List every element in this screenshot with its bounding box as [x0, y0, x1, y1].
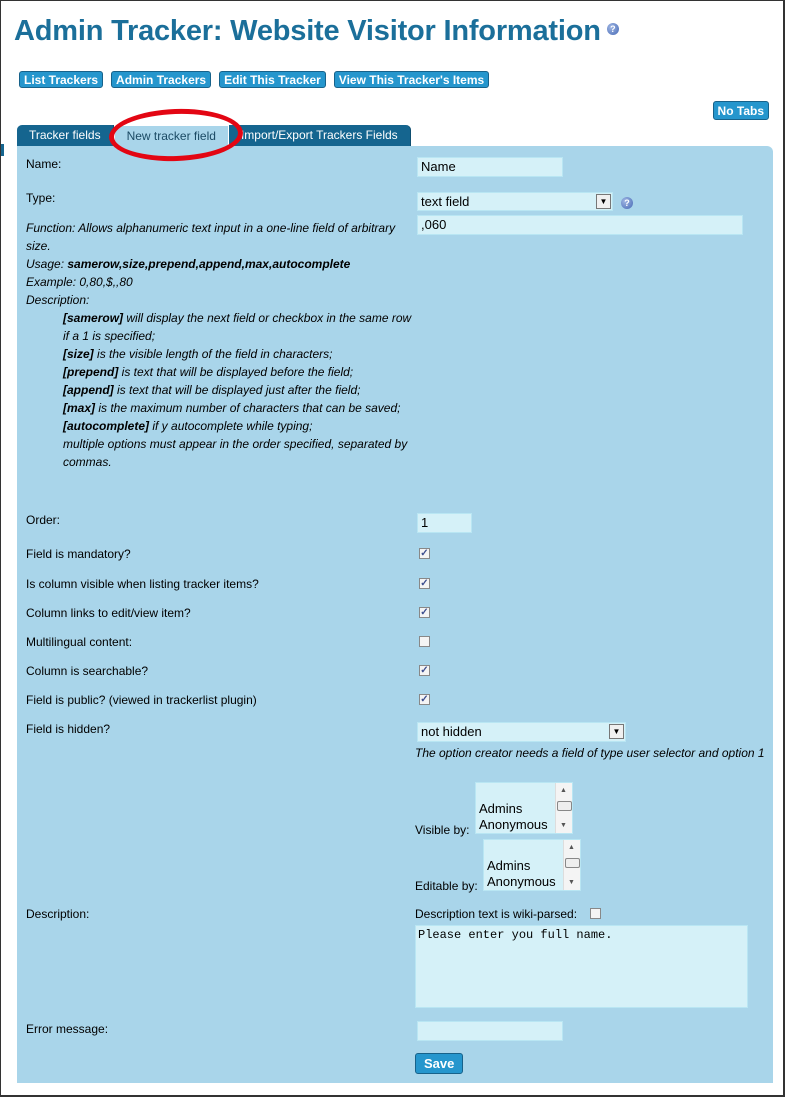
hidden-label: Field is hidden?: [26, 722, 111, 736]
scroll-up-icon[interactable]: ▲: [560, 787, 567, 794]
listbox-scrollbar[interactable]: ▲ ▼: [563, 840, 580, 890]
param-list: [samerow] will display the next field or…: [26, 309, 416, 471]
order-label: Order:: [26, 513, 61, 527]
editable-by-label: Editable by:: [415, 879, 478, 893]
edit-tracker-button[interactable]: Edit This Tracker: [219, 71, 326, 88]
mandatory-label: Field is mandatory?: [26, 547, 131, 561]
type-help-text: Function: Allows alphanumeric text input…: [26, 219, 416, 471]
param-text: is the maximum number of characters that…: [95, 401, 401, 415]
editable-by-listbox[interactable]: Admins Anonymous ▲ ▼: [483, 839, 581, 891]
list-trackers-button[interactable]: List Trackers: [19, 71, 104, 88]
column-visible-checkbox[interactable]: ✓: [419, 578, 430, 589]
param-item: [size] is the visible length of the fiel…: [63, 345, 416, 363]
help-icon[interactable]: ?: [606, 23, 619, 36]
error-message-input[interactable]: [417, 1021, 563, 1041]
chevron-down-icon[interactable]: ▼: [609, 724, 624, 739]
tab-new-tracker-field[interactable]: New tracker field: [113, 125, 229, 146]
param-name: [prepend]: [63, 365, 119, 379]
column-links-label: Column links to edit/view item?: [26, 606, 191, 620]
description-heading: Description:: [26, 293, 90, 307]
options-input[interactable]: ,060: [417, 215, 743, 235]
tab-import-export[interactable]: Import/Export Trackers Fields: [228, 125, 411, 146]
param-item: [max] is the maximum number of character…: [63, 399, 416, 417]
searchable-checkbox[interactable]: ✓: [419, 665, 430, 676]
scroll-thumb[interactable]: [565, 858, 580, 868]
multilingual-checkbox[interactable]: [419, 636, 430, 647]
usage-value: samerow,size,prepend,append,max,autocomp…: [67, 257, 351, 271]
column-links-checkbox[interactable]: ✓: [419, 607, 430, 618]
type-select-value: text field: [421, 194, 470, 209]
view-items-button[interactable]: View This Tracker's Items: [333, 71, 490, 88]
order-input[interactable]: 1: [417, 513, 472, 533]
page-title: Admin Tracker: Website Visitor Informati…: [14, 15, 619, 48]
type-label: Type:: [26, 191, 56, 205]
param-text: is the visible length of the field in ch…: [93, 347, 333, 361]
top-button-bar: List Trackers Admin Trackers Edit This T…: [19, 71, 490, 88]
mandatory-checkbox[interactable]: ✓: [419, 548, 430, 559]
scroll-down-icon[interactable]: ▼: [560, 822, 567, 829]
param-name: [append]: [63, 383, 114, 397]
page-title-text: Admin Tracker: Website Visitor Informati…: [14, 15, 601, 47]
param-item: [append] is text that will be displayed …: [63, 381, 416, 399]
param-text: is text that will be displayed just afte…: [113, 383, 361, 397]
column-visible-label: Is column visible when listing tracker i…: [26, 577, 259, 591]
type-select[interactable]: text field ▼: [417, 192, 613, 211]
param-item: [prepend] is text that will be displayed…: [63, 363, 416, 381]
param-item: [samerow] will display the next field or…: [63, 309, 416, 345]
listbox-option[interactable]: Admins: [487, 858, 530, 873]
listbox-option[interactable]: Anonymous: [487, 874, 556, 889]
visible-by-label: Visible by:: [415, 823, 470, 837]
left-edge-decoration: [1, 144, 4, 156]
usage-prefix: Usage:: [26, 257, 68, 271]
tab-bar: Tracker fields New tracker field Import/…: [17, 125, 411, 146]
hidden-select-value: not hidden: [421, 724, 482, 739]
tab-tracker-fields[interactable]: Tracker fields: [17, 125, 114, 146]
name-input[interactable]: Name: [417, 157, 563, 177]
scroll-up-icon[interactable]: ▲: [568, 844, 575, 851]
listbox-scrollbar[interactable]: ▲ ▼: [555, 783, 572, 833]
param-name: [max]: [63, 401, 96, 415]
usage-text: Usage: samerow,size,prepend,append,max,a…: [26, 255, 416, 273]
example-text: Example: 0,80,$,,80: [26, 275, 133, 289]
visible-by-listbox[interactable]: Admins Anonymous ▲ ▼: [475, 782, 573, 834]
multilingual-label: Multilingual content:: [26, 635, 133, 649]
searchable-label: Column is searchable?: [26, 664, 149, 678]
function-text: Function: Allows alphanumeric text input…: [26, 221, 396, 253]
listbox-option[interactable]: Admins: [479, 801, 522, 816]
save-button[interactable]: Save: [415, 1053, 464, 1074]
param-text: if y autocomplete while typing;: [149, 419, 313, 433]
params-footer: multiple options must appear in the orde…: [63, 437, 408, 469]
hidden-note: The option creator needs a field of type…: [415, 746, 765, 760]
description-label: Description:: [26, 907, 90, 921]
chevron-down-icon[interactable]: ▼: [596, 194, 611, 209]
wiki-parsed-label: Description text is wiki-parsed:: [415, 907, 578, 921]
wiki-parsed-checkbox[interactable]: [590, 908, 601, 919]
hidden-select[interactable]: not hidden ▼: [417, 722, 626, 742]
type-help-icon[interactable]: ?: [621, 197, 633, 209]
description-textarea[interactable]: Please enter you full name.: [415, 925, 748, 1008]
error-message-label: Error message:: [26, 1022, 109, 1036]
param-name: [size]: [63, 347, 94, 361]
public-checkbox[interactable]: ✓: [419, 694, 430, 705]
scroll-down-icon[interactable]: ▼: [568, 879, 575, 886]
admin-trackers-button[interactable]: Admin Trackers: [111, 71, 212, 88]
param-item: [autocomplete] if y autocomplete while t…: [63, 417, 416, 435]
scroll-thumb[interactable]: [557, 801, 572, 811]
param-name: [autocomplete]: [63, 419, 150, 433]
param-name: [samerow]: [63, 311, 124, 325]
param-text: is text that will be displayed before th…: [118, 365, 354, 379]
public-label: Field is public? (viewed in trackerlist …: [26, 693, 257, 707]
listbox-option[interactable]: Anonymous: [479, 817, 548, 832]
name-label: Name:: [26, 157, 62, 171]
no-tabs-button[interactable]: No Tabs: [712, 101, 769, 120]
